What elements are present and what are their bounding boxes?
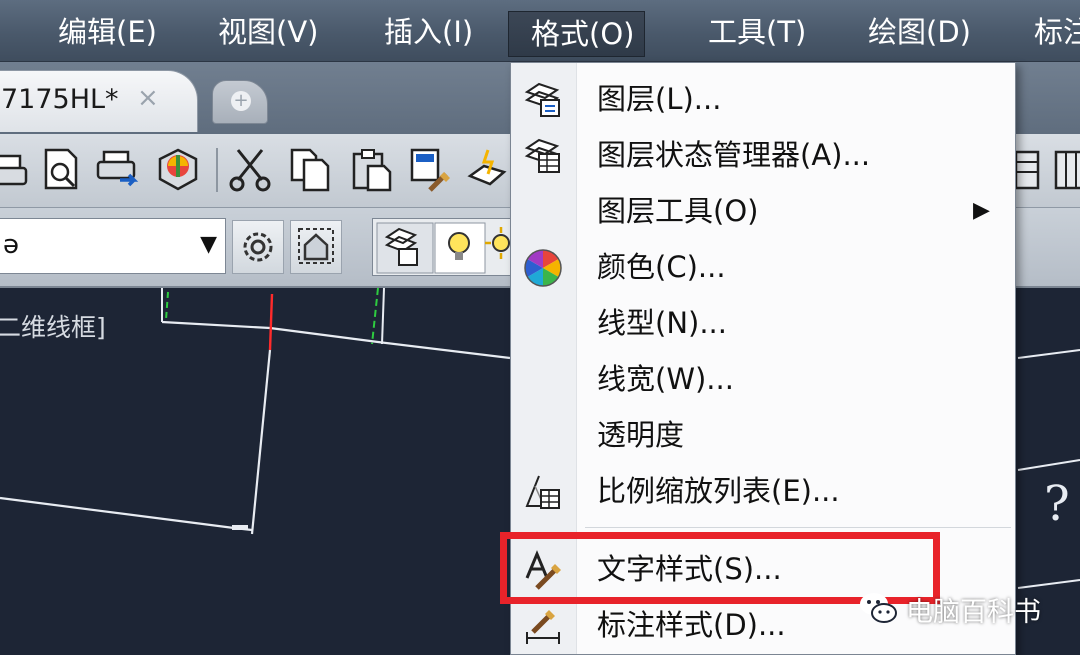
menu-item-label: 比例缩放列表(E)... [597,474,840,508]
menu-edit[interactable]: 编辑(E) [58,14,157,50]
menu-bar: 编辑(E) 视图(V) 插入(I) 格式(O) 工具(T) 绘图(D) 标注 [0,0,1080,62]
layer-properties-icon [376,222,434,274]
copy-icon[interactable] [288,146,334,194]
right-panel-lines [1017,349,1080,589]
workspace-combo-value: ə [3,230,19,260]
scale-list-icon [523,472,563,512]
print-icon[interactable] [0,146,32,194]
menu-item-label: 图层状态管理器(A)... [597,138,871,172]
menu-format[interactable]: 格式(O) [508,11,646,57]
clean-screen-icon[interactable] [290,220,342,274]
menu-item-linetype[interactable]: 线型(N)... [511,295,1015,351]
layer-combo[interactable] [372,218,522,276]
submenu-arrow-icon: ▶ [973,198,990,223]
toolbar-window-icon[interactable] [1010,146,1056,194]
menu-separator [585,527,1011,528]
menu-item-layer-state-manager[interactable]: 图层状态管理器(A)... [511,127,1015,183]
menu-item-label: 图层(L)... [597,82,722,116]
menu-item-layer[interactable]: 图层(L)... [511,71,1015,127]
menu-item-label: 透明度 [597,418,685,452]
menu-item-label: 线型(N)... [597,306,727,340]
menu-item-label: 图层工具(O) [597,194,759,228]
plus-icon: + [231,91,251,111]
menu-tools[interactable]: 工具(T) [708,14,806,50]
workspace-combo[interactable]: ə ▼ [0,218,226,274]
toolbar-panel-icon[interactable] [1052,146,1080,194]
lightbulb-icon [434,222,486,274]
dropdown-arrow-icon: ▼ [200,232,217,257]
print-preview-icon[interactable] [40,146,86,194]
block-editor-icon[interactable] [466,146,512,194]
layer-state-icon [523,136,563,176]
menu-item-label: 标注样式(D)... [597,608,786,642]
document-tab[interactable]: 7175HL* × [0,70,198,132]
menu-item-scale-list[interactable]: 比例缩放列表(E)... [511,463,1015,519]
new-tab-button[interactable]: + [212,80,268,124]
menu-item-color[interactable]: 颜色(C)... [511,239,1015,295]
wechat-icon [858,588,898,628]
layer-icon [523,80,563,120]
menu-dimension[interactable]: 标注 [1034,14,1080,50]
document-tab-label: 7175HL* [1,84,119,115]
menu-draw[interactable]: 绘图(D) [868,14,971,50]
3d-publish-icon[interactable] [156,146,202,194]
color-wheel-icon [523,248,563,288]
menu-insert[interactable]: 插入(I) [384,14,473,50]
menu-item-label: 线宽(W)... [597,362,734,396]
watermark-text: 电脑百科书 [906,597,1041,628]
close-icon[interactable]: × [137,83,159,113]
dimension-style-icon [523,606,563,646]
match-properties-icon[interactable] [408,146,454,194]
publish-icon[interactable] [96,146,142,194]
menu-item-lineweight[interactable]: 线宽(W)... [511,351,1015,407]
menu-item-transparency[interactable]: 透明度 [511,407,1015,463]
menu-item-label: 颜色(C)... [597,250,726,284]
help-icon[interactable]: ? [1044,476,1070,532]
paste-icon[interactable] [350,146,396,194]
cut-icon[interactable] [228,146,274,194]
viewport-style-label[interactable]: 二维线框] [0,308,106,344]
workspace-settings-icon[interactable] [232,220,284,274]
menu-item-layer-tools[interactable]: 图层工具(O) ▶ [511,183,1015,239]
menu-view[interactable]: 视图(V) [218,14,318,50]
